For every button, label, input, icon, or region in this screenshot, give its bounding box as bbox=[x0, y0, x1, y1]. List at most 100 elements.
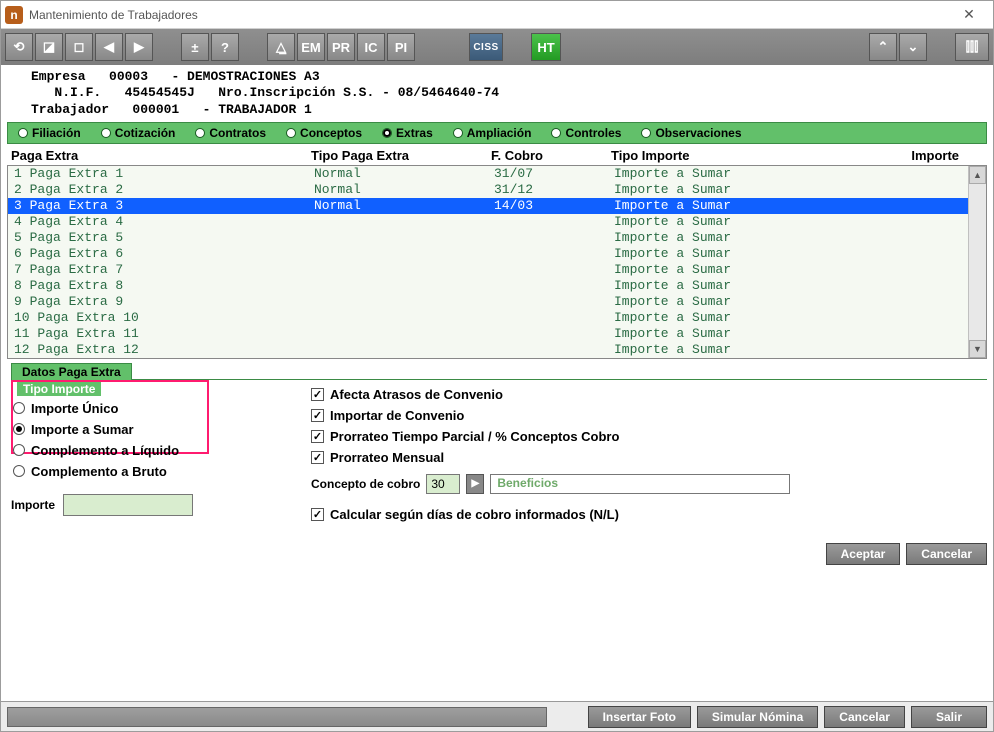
concepto-text: Beneficios bbox=[490, 474, 790, 494]
table-row[interactable]: 3 Paga Extra 3Normal14/03Importe a Sumar bbox=[8, 198, 986, 214]
check-importar-label: Importar de Convenio bbox=[330, 408, 464, 423]
radio-label: Importe Único bbox=[31, 401, 118, 416]
tab-cotización[interactable]: Cotización bbox=[91, 123, 186, 143]
radio-complemento-a-l-quido[interactable]: Complemento a Líquido bbox=[13, 440, 273, 461]
simular-nomina-button[interactable]: Simular Nómina bbox=[697, 706, 818, 728]
tab-label: Conceptos bbox=[300, 126, 362, 140]
radio-icon[interactable] bbox=[13, 444, 25, 456]
checkbox-icon[interactable] bbox=[311, 430, 324, 443]
radio-dot-icon bbox=[641, 128, 651, 138]
bottom-cancelar-button[interactable]: Cancelar bbox=[824, 706, 905, 728]
radio-importe-a-sumar[interactable]: Importe a Sumar bbox=[13, 419, 273, 440]
ciss-button[interactable]: CISS bbox=[469, 33, 503, 61]
help-button[interactable]: ? bbox=[211, 33, 239, 61]
cancelar-button[interactable]: Cancelar bbox=[906, 543, 987, 565]
importe-input[interactable] bbox=[63, 494, 193, 516]
tab-conceptos[interactable]: Conceptos bbox=[276, 123, 372, 143]
radio-complemento-a-bruto[interactable]: Complemento a Bruto bbox=[13, 461, 273, 482]
concepto-code-input[interactable] bbox=[426, 474, 460, 494]
trabajador-code: 000001 bbox=[132, 102, 179, 117]
tab-label: Observaciones bbox=[655, 126, 741, 140]
pi-button[interactable]: PI bbox=[387, 33, 415, 61]
plusminus-button[interactable]: ± bbox=[181, 33, 209, 61]
trabajador-name: - TRABAJADOR 1 bbox=[203, 102, 312, 117]
table-row[interactable]: 1 Paga Extra 1Normal31/07Importe a Sumar bbox=[8, 166, 986, 182]
equalizer-button[interactable]: ⫿⫿⫿ bbox=[955, 33, 989, 61]
ht-button[interactable]: HT bbox=[531, 33, 561, 61]
tab-observaciones[interactable]: Observaciones bbox=[631, 123, 751, 143]
radio-dot-icon bbox=[551, 128, 561, 138]
checkbox-icon[interactable] bbox=[311, 508, 324, 521]
check-prorrateo-m-label: Prorrateo Mensual bbox=[330, 450, 444, 465]
scroll-down-icon[interactable]: ▼ bbox=[969, 340, 986, 358]
radio-dot-icon bbox=[382, 128, 392, 138]
sort-down-button[interactable]: ⌄ bbox=[899, 33, 927, 61]
check-afecta[interactable]: Afecta Atrasos de Convenio bbox=[311, 384, 987, 405]
tab-label: Filiación bbox=[32, 126, 81, 140]
radio-label: Complemento a Bruto bbox=[31, 464, 167, 479]
check-prorrateo-m[interactable]: Prorrateo Mensual bbox=[311, 447, 987, 468]
table-row[interactable]: 5 Paga Extra 5Importe a Sumar bbox=[8, 230, 986, 246]
check-prorrateo-tp[interactable]: Prorrateo Tiempo Parcial / % Conceptos C… bbox=[311, 426, 987, 447]
insertar-foto-button[interactable]: Insertar Foto bbox=[588, 706, 691, 728]
table-row[interactable]: 4 Paga Extra 4Importe a Sumar bbox=[8, 214, 986, 230]
nif-label: N.I.F. bbox=[54, 85, 101, 100]
stop-button[interactable]: ◻ bbox=[65, 33, 93, 61]
table-row[interactable]: 2 Paga Extra 2Normal31/12Importe a Sumar bbox=[8, 182, 986, 198]
aceptar-button[interactable]: Aceptar bbox=[826, 543, 901, 565]
radio-icon[interactable] bbox=[13, 402, 25, 414]
window-title: Mantenimiento de Trabajadores bbox=[29, 8, 949, 22]
refresh-button[interactable]: ⟲ bbox=[5, 33, 33, 61]
tipo-importe-group: Tipo Importe Importe ÚnicoImporte a Suma… bbox=[11, 392, 281, 486]
sort-up-button[interactable]: ⌃ bbox=[869, 33, 897, 61]
tab-contratos[interactable]: Contratos bbox=[185, 123, 276, 143]
radio-icon[interactable] bbox=[13, 465, 25, 477]
tab-extras[interactable]: Extras bbox=[372, 123, 443, 143]
bell-button[interactable]: △̲ bbox=[267, 33, 295, 61]
list-container: 1 Paga Extra 1Normal31/07Importe a Sumar… bbox=[7, 165, 987, 359]
nif-value: 45454545J bbox=[125, 85, 195, 100]
empresa-name: - DEMOSTRACIONES A3 bbox=[171, 69, 319, 84]
check-importar[interactable]: Importar de Convenio bbox=[311, 405, 987, 426]
table-row[interactable]: 8 Paga Extra 8Importe a Sumar bbox=[8, 278, 986, 294]
close-icon[interactable]: ✕ bbox=[949, 3, 989, 27]
table-row[interactable]: 6 Paga Extra 6Importe a Sumar bbox=[8, 246, 986, 262]
scrollbar[interactable]: ▲ ▼ bbox=[968, 166, 986, 358]
radio-importe-nico[interactable]: Importe Único bbox=[13, 398, 273, 419]
next-button[interactable]: ▶ bbox=[125, 33, 153, 61]
paga-extra-list[interactable]: 1 Paga Extra 1Normal31/07Importe a Sumar… bbox=[8, 166, 986, 358]
maximize-button[interactable]: ◪ bbox=[35, 33, 63, 61]
tab-ampliación[interactable]: Ampliación bbox=[443, 123, 542, 143]
em-button[interactable]: EM bbox=[297, 33, 325, 61]
inscrip-value: - 08/5464640-74 bbox=[382, 85, 499, 100]
prev-button[interactable]: ◀ bbox=[95, 33, 123, 61]
tab-filiación[interactable]: Filiación bbox=[8, 123, 91, 143]
tab-label: Contratos bbox=[209, 126, 266, 140]
checkbox-icon[interactable] bbox=[311, 451, 324, 464]
radio-dot-icon bbox=[453, 128, 463, 138]
ic-button[interactable]: IC bbox=[357, 33, 385, 61]
checkbox-icon[interactable] bbox=[311, 388, 324, 401]
tab-label: Extras bbox=[396, 126, 433, 140]
importe-label: Importe bbox=[11, 498, 55, 512]
check-afecta-label: Afecta Atrasos de Convenio bbox=[330, 387, 503, 402]
titlebar: n Mantenimiento de Trabajadores ✕ bbox=[1, 1, 993, 29]
pr-button[interactable]: PR bbox=[327, 33, 355, 61]
concepto-label: Concepto de cobro bbox=[311, 477, 420, 491]
check-calcular[interactable]: Calcular según días de cobro informados … bbox=[311, 504, 987, 525]
salir-button[interactable]: Salir bbox=[911, 706, 987, 728]
scroll-up-icon[interactable]: ▲ bbox=[969, 166, 986, 184]
tab-controles[interactable]: Controles bbox=[541, 123, 631, 143]
table-row[interactable]: 11 Paga Extra 11Importe a Sumar bbox=[8, 326, 986, 342]
concepto-lookup-button[interactable]: ▶ bbox=[466, 474, 484, 494]
table-row[interactable]: 10 Paga Extra 10Importe a Sumar bbox=[8, 310, 986, 326]
app-icon: n bbox=[5, 6, 23, 24]
radio-icon[interactable] bbox=[13, 423, 25, 435]
table-row[interactable]: 7 Paga Extra 7Importe a Sumar bbox=[8, 262, 986, 278]
checkbox-icon[interactable] bbox=[311, 409, 324, 422]
tab-label: Ampliación bbox=[467, 126, 532, 140]
table-row[interactable]: 12 Paga Extra 12Importe a Sumar bbox=[8, 342, 986, 358]
group-label: Datos Paga Extra bbox=[11, 363, 132, 380]
datos-paga-extra-group: Datos Paga Extra bbox=[11, 363, 987, 380]
table-row[interactable]: 9 Paga Extra 9Importe a Sumar bbox=[8, 294, 986, 310]
